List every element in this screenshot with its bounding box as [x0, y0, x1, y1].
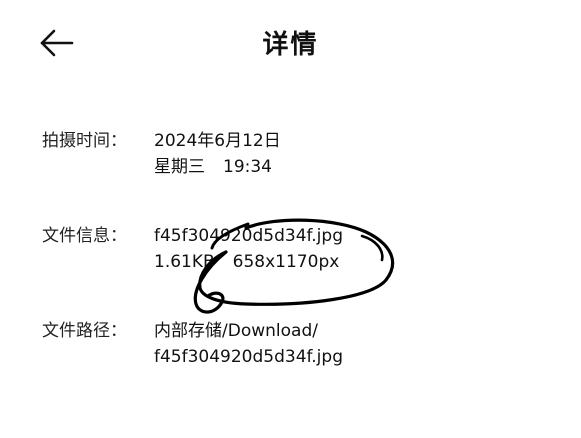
file-name: f45f304920d5d34f.jpg [154, 226, 343, 246]
shot-weekday-time: 星期三 19:34 [154, 154, 562, 180]
file-path-label: 文件路径： [42, 321, 127, 341]
file-size-dimensions: 1.61KB 658x1170px [154, 249, 562, 275]
file-dimensions: 658x1170px [232, 252, 340, 272]
file-path-row: 文件路径： 内部存储/Download/ f45f304920d5d34f.jp… [42, 318, 562, 370]
file-path-folder: 内部存储/Download/ [154, 321, 318, 341]
shot-time-label: 拍摄时间： [42, 131, 127, 151]
file-info-row: 文件信息： f45f304920d5d34f.jpg 1.61KB 658x117… [42, 223, 562, 275]
shot-time-value: 2024年6月12日 星期三 19:34 [154, 128, 562, 180]
file-info-label: 文件信息： [42, 226, 127, 246]
file-size: 1.61KB [154, 252, 215, 272]
shot-time-row: 拍摄时间： 2024年6月12日 星期三 19:34 [42, 128, 562, 180]
shot-date: 2024年6月12日 [154, 131, 281, 151]
top-bar: 详情 [0, 0, 581, 86]
file-info-value: f45f304920d5d34f.jpg 1.61KB 658x1170px [154, 223, 562, 275]
file-path-value: 内部存储/Download/ f45f304920d5d34f.jpg [154, 318, 562, 370]
shot-weekday: 星期三 [154, 157, 205, 177]
page-title: 详情 [262, 30, 319, 60]
file-path-filename: f45f304920d5d34f.jpg [154, 347, 343, 367]
shot-clock-time: 19:34 [223, 157, 272, 177]
photo-details-screen: 详情 拍摄时间： 2024年6月12日 星期三 19:34 文件信息： f45f3… [0, 0, 581, 438]
